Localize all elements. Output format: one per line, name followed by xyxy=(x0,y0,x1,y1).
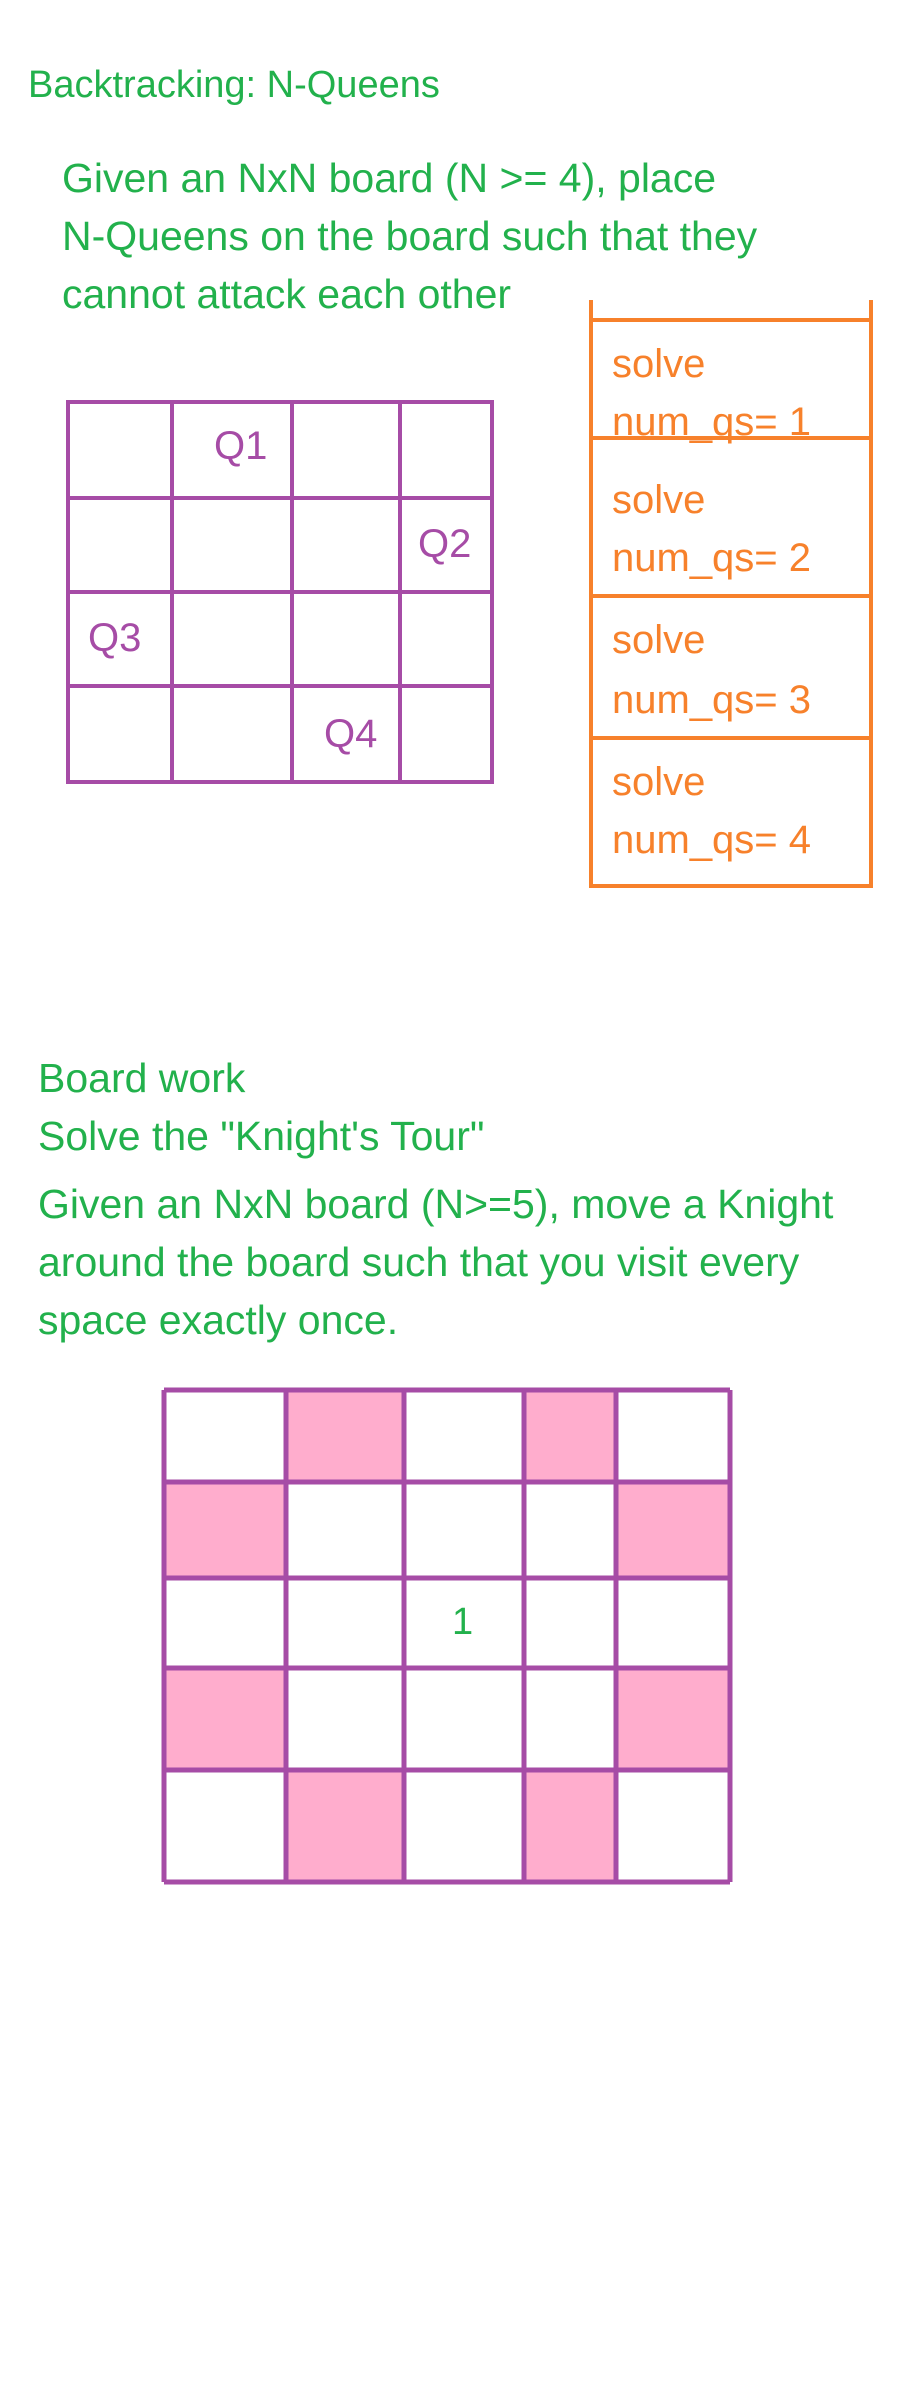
queen-label-q2: Q2 xyxy=(418,522,472,566)
highlighted-cell xyxy=(524,1770,616,1882)
frame-3-variable: num_qs= 3 xyxy=(612,678,812,722)
knight-grid xyxy=(161,1387,733,1885)
highlighted-cell xyxy=(286,1390,404,1482)
highlighted-cell xyxy=(616,1668,730,1770)
nqueens-description-line-2: N-Queens on the board such that they xyxy=(62,213,758,259)
highlighted-cell xyxy=(164,1668,286,1770)
frame-4-function: solve xyxy=(612,760,706,804)
frame-3-function: solve xyxy=(612,618,706,662)
frame-4-variable: num_qs= 4 xyxy=(612,818,812,862)
call-stack: solve num_qs= 1 solve num_qs= 2 solve nu… xyxy=(588,298,874,890)
knight-board: 1 xyxy=(160,1386,734,1886)
highlighted-cell xyxy=(286,1770,404,1882)
highlighted-cell xyxy=(164,1482,286,1578)
nqueens-description-line-3: cannot attack each other xyxy=(62,271,512,317)
queen-label-q3: Q3 xyxy=(88,616,142,660)
page-title: Backtracking: N-Queens xyxy=(28,64,440,106)
board-work-heading: Board work xyxy=(38,1055,246,1101)
frame-1-function: solve xyxy=(612,342,706,386)
frame-2-variable: num_qs= 2 xyxy=(612,536,812,580)
board-work-description-line-2: around the board such that you visit eve… xyxy=(38,1239,800,1285)
queen-label-q1: Q1 xyxy=(214,424,268,468)
board-work-description-line-1: Given an NxN board (N>=5), move a Knight xyxy=(38,1181,834,1227)
frame-1-variable: num_qs= 1 xyxy=(612,400,812,444)
highlighted-cell xyxy=(616,1482,730,1578)
frame-2-function: solve xyxy=(612,478,706,522)
knight-start-mark: 1 xyxy=(452,1601,474,1643)
board-work-description-line-3: space exactly once. xyxy=(38,1297,399,1343)
nqueens-description-line-1: Given an NxN board (N >= 4), place xyxy=(62,155,717,201)
nqueens-board: Q1 Q2 Q3 Q4 xyxy=(66,400,494,784)
highlighted-cell xyxy=(524,1390,616,1482)
board-work-task: Solve the "Knight's Tour" xyxy=(38,1113,485,1159)
queen-label-q4: Q4 xyxy=(324,712,378,756)
nqueens-grid xyxy=(66,400,494,784)
